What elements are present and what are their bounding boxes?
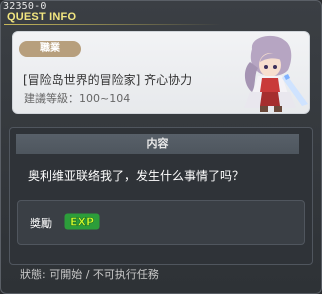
title-divider (4, 24, 222, 25)
status-text: 狀態: 可開始 / 不可执行任務 (20, 268, 159, 281)
window-title: QUEST INFO (7, 11, 77, 23)
job-pill: 職業 (19, 41, 81, 57)
exp-icon-text: EXP (70, 216, 94, 229)
quest-name: [冒险岛世界的冒险家] 齐心协力 (23, 73, 193, 87)
quest-content-text: 奥利维亚联络我了，发生什么事情了吗？ (28, 169, 245, 183)
exp-icon: EXP (64, 213, 100, 230)
reward-box (17, 200, 305, 245)
character-portrait-icon (232, 34, 310, 114)
reward-label: 獎勵 (30, 217, 52, 230)
content-header: 内容 (16, 134, 299, 154)
recommended-level: 建議等級：100~104 (24, 92, 131, 105)
